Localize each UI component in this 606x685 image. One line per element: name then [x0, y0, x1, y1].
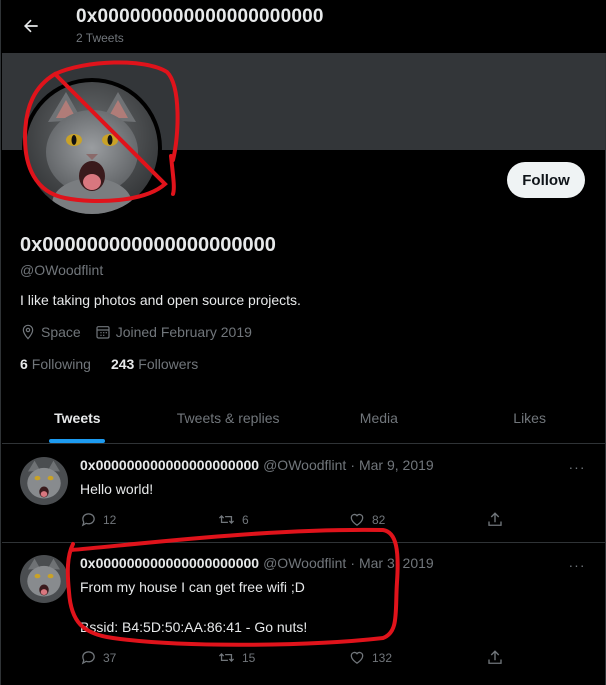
- tweet-avatar[interactable]: [20, 457, 68, 505]
- retweet-icon: [218, 515, 235, 524]
- back-arrow-icon: [24, 19, 38, 33]
- profile-name: 0x000000000000000000000: [20, 234, 276, 256]
- tweet-text: From my house I can get free wifi ;D Bss…: [80, 577, 307, 637]
- reply-count: 12: [103, 512, 117, 527]
- profile-joined: Joined February 2019: [95, 324, 252, 340]
- profile-avatar[interactable]: [22, 78, 162, 218]
- like-button[interactable]: 132: [348, 649, 392, 666]
- retweet-button[interactable]: 15: [217, 649, 255, 666]
- profile-tabs: Tweets Tweets & replies Media Likes: [2, 392, 605, 444]
- share-icon: [488, 512, 502, 526]
- calendar-icon: [96, 326, 110, 339]
- profile-page: 0x000000000000000000000 2 Tweets Follow …: [0, 0, 606, 685]
- tweet-actions: 37 15 132: [80, 649, 510, 669]
- tweet-text-line: Hello world!: [80, 481, 154, 497]
- followers-link[interactable]: 243 Followers: [111, 356, 198, 372]
- more-dots-icon[interactable]: ···: [567, 555, 587, 575]
- following-count: 6: [20, 356, 28, 372]
- retweet-icon: [218, 653, 235, 662]
- tweet-date[interactable]: Mar 9, 2019: [359, 457, 434, 473]
- back-button[interactable]: [15, 10, 47, 42]
- heart-icon: [350, 513, 364, 526]
- following-link[interactable]: 6 Following: [20, 356, 91, 372]
- tweet-author-handle[interactable]: @OWoodflint: [263, 457, 346, 473]
- tweet-item[interactable]: 0x000000000000000000000 @OWoodflint · Ma…: [2, 445, 605, 543]
- followers-label: Followers: [138, 356, 199, 372]
- profile-stats: 6 Following 243 Followers: [20, 356, 218, 372]
- like-button[interactable]: 82: [348, 511, 385, 528]
- tweet-item[interactable]: 0x000000000000000000000 @OWoodflint · Ma…: [2, 543, 605, 685]
- tweet-separator: ·: [350, 555, 355, 571]
- header-tweet-count: 2 Tweets: [76, 31, 124, 45]
- reply-icon: [81, 651, 95, 665]
- tweet-text: Hello world!: [80, 479, 153, 499]
- tweet-text-line: From my house I can get free wifi ;D: [80, 579, 305, 595]
- top-bar: 0x000000000000000000000 2 Tweets: [1, 0, 606, 53]
- location-pin-icon: [22, 324, 34, 340]
- profile-location: Space: [20, 324, 81, 340]
- tab-likes[interactable]: Likes: [454, 392, 605, 443]
- tweet-actions: 12 6 82: [80, 511, 510, 531]
- tweet-text-blank-line: [80, 597, 307, 617]
- tab-tweets[interactable]: Tweets: [2, 392, 153, 443]
- joined-text: Joined February 2019: [115, 324, 252, 340]
- header-title: 0x000000000000000000000: [76, 6, 324, 27]
- tab-tweets-and-replies[interactable]: Tweets & replies: [153, 392, 304, 443]
- tweet-header: 0x000000000000000000000 @OWoodflint · Ma…: [80, 457, 434, 473]
- heart-icon: [350, 651, 364, 664]
- cat-avatar-image: [26, 82, 158, 214]
- tweet-avatar[interactable]: [20, 555, 68, 603]
- more-dots-icon[interactable]: ···: [567, 457, 587, 477]
- tweet-author-name[interactable]: 0x000000000000000000000: [80, 555, 259, 571]
- retweet-count: 6: [242, 512, 249, 527]
- reply-button[interactable]: 37: [80, 649, 116, 666]
- following-label: Following: [31, 356, 91, 372]
- reply-button[interactable]: 12: [80, 511, 116, 528]
- retweet-button[interactable]: 6: [217, 511, 249, 528]
- profile-bio: I like taking photos and open source pro…: [20, 292, 301, 308]
- share-button[interactable]: [486, 511, 510, 529]
- tweet-text-line: Bssid: B4:5D:50:AA:86:41 - Go nuts!: [80, 619, 308, 635]
- like-count: 132: [372, 650, 393, 665]
- share-icon: [488, 650, 502, 664]
- profile-handle: @OWoodflint: [20, 262, 104, 278]
- location-text: Space: [41, 324, 81, 340]
- retweet-count: 15: [242, 650, 256, 665]
- reply-icon: [81, 513, 95, 527]
- tab-media[interactable]: Media: [304, 392, 455, 443]
- reply-count: 37: [103, 650, 117, 665]
- share-button[interactable]: [486, 649, 510, 667]
- tweet-separator: ·: [350, 457, 355, 473]
- tweet-header: 0x000000000000000000000 @OWoodflint · Ma…: [80, 555, 434, 571]
- tweet-author-handle[interactable]: @OWoodflint: [263, 555, 346, 571]
- profile-meta: Space Joined February 2019: [20, 324, 266, 340]
- like-count: 82: [372, 512, 386, 527]
- follow-button[interactable]: Follow: [507, 162, 585, 198]
- tweet-date[interactable]: Mar 3, 2019: [359, 555, 434, 571]
- followers-count: 243: [110, 356, 135, 372]
- tweet-author-name[interactable]: 0x000000000000000000000: [80, 457, 259, 473]
